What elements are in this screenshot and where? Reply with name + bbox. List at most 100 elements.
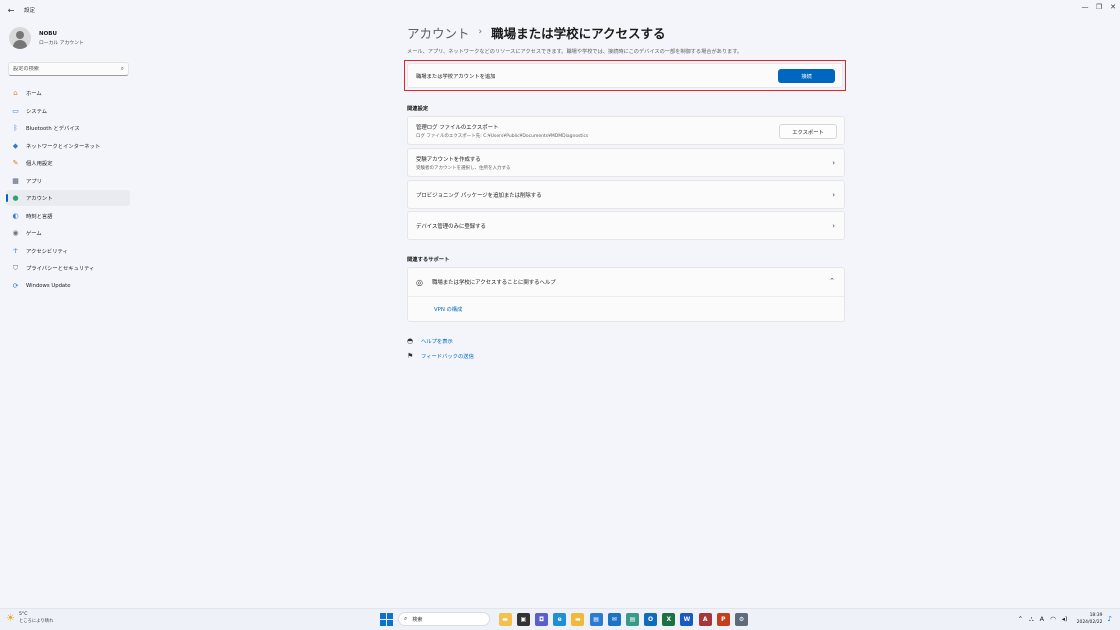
sidebar-item-label: ホーム — [26, 91, 42, 97]
shield-icon: ⛉ — [12, 263, 19, 272]
clock-time: 18:39 — [1089, 613, 1103, 618]
update-icon: ⟳ — [12, 281, 19, 290]
monitor-icon: ▭ — [12, 106, 19, 115]
device-management-title: デバイス管理のみに登録する — [416, 223, 486, 230]
export-log-title: 管理ログ ファイルのエクスポート — [416, 124, 499, 131]
settings-search-box[interactable]: ⌕ — [8, 62, 129, 76]
close-button[interactable]: ✕ — [1106, 0, 1120, 14]
feedback-icon: ⚑ — [407, 352, 414, 360]
folder-icon[interactable]: ▬ — [571, 612, 585, 626]
page-title: アカウント › 職場または学校にアクセスする — [407, 20, 845, 44]
related-settings-header: 関連設定 — [407, 106, 429, 112]
volume-icon[interactable]: ◂) — [1062, 615, 1068, 623]
vpn-config-link[interactable]: VPN の構成 — [434, 305, 462, 313]
sidebar: NOBU ローカル アカウント ⌕ ⌂ ホーム ▭ システム ᛒ Bluetooth とデ… — [0, 20, 135, 608]
chevron-right-icon: › — [832, 191, 835, 199]
search-input[interactable] — [13, 66, 121, 72]
weather-condition: ところにより晴れ — [18, 619, 54, 624]
task-view-icon[interactable]: ▣ — [516, 612, 530, 626]
mail-icon[interactable]: ✉ — [607, 612, 621, 626]
sidebar-item-label: アプリ — [26, 178, 42, 185]
globe-clock-icon: ◐ — [12, 211, 19, 220]
profile-card[interactable]: NOBU ローカル アカウント — [9, 27, 84, 49]
sidebar-item-4[interactable]: ◆ ネットワークとインターネット — [6, 138, 130, 154]
access-icon[interactable]: A — [698, 612, 712, 626]
clock-date: 2024/02/22 — [1076, 620, 1103, 625]
settings-icon[interactable]: ⚙ — [735, 612, 749, 626]
excel-icon[interactable]: X — [662, 612, 676, 626]
clock[interactable]: 18:39 2024/02/22 — [1077, 612, 1103, 626]
apps-icon: ▦ — [12, 176, 19, 185]
network-icon[interactable]: ⛬ — [1029, 615, 1034, 624]
sidebar-item-1[interactable]: ⌂ ホーム — [6, 85, 130, 101]
chat-icon[interactable]: ◘ — [534, 612, 548, 626]
search-icon[interactable]: ⌕ — [121, 65, 124, 73]
test-account-title: 受験アカウントを作成する — [416, 156, 481, 163]
notepad-icon[interactable]: ▤ — [625, 612, 639, 626]
edge-icon[interactable]: e — [553, 612, 567, 626]
store-icon[interactable]: ▤ — [589, 612, 603, 626]
sidebar-item-7[interactable]: ● アカウント — [6, 190, 130, 206]
wifi-icon[interactable]: ◠ — [1050, 615, 1056, 623]
window-controls: — ❐ ✕ — [1078, 0, 1120, 14]
system-tray: ⌃ ⛬ A ◠ ◂) 18:39 2024/02/22 ♪ — [1015, 612, 1112, 626]
minimize-button[interactable]: — — [1078, 0, 1092, 14]
avatar — [9, 27, 31, 49]
file-explorer-icon[interactable]: ▬ — [498, 612, 512, 626]
powerpoint-icon[interactable]: P — [716, 612, 730, 626]
test-account-row[interactable]: 受験アカウントを作成する 受験者のアカウントを選択し、住所を入力する › — [407, 148, 845, 177]
breadcrumb-parent[interactable]: アカウント — [407, 23, 470, 42]
connect-button[interactable]: 接続 — [778, 69, 835, 83]
sidebar-item-5[interactable]: ✎ 個人用設定 — [6, 155, 130, 171]
wifi-icon: ◆ — [12, 141, 19, 150]
bluetooth-icon: ᛒ — [13, 124, 18, 132]
home-icon: ⌂ — [13, 89, 18, 97]
sidebar-item-12[interactable]: ⟳ Windows Update — [6, 278, 130, 294]
support-help-title: 職場または学校にアクセスすることに関するヘルプ — [431, 280, 556, 286]
help-chat-icon: ◓ — [407, 337, 414, 345]
main-content: アカウント › 職場または学校にアクセスする メール、アプリ、ネットワークなどの… — [404, 20, 846, 360]
get-help-link[interactable]: ◓ ヘルプを表示 — [407, 334, 474, 348]
chevron-up-icon[interactable]: ⌃ — [829, 277, 835, 285]
outlook-icon[interactable]: O — [644, 612, 658, 626]
profile-account-type: ローカル アカウント — [39, 40, 84, 46]
word-icon[interactable]: W — [680, 612, 694, 626]
device-management-row[interactable]: デバイス管理のみに登録する › — [407, 211, 845, 240]
notification-bell-icon[interactable]: ♪ — [1108, 615, 1112, 623]
maximize-button[interactable]: ❐ — [1092, 0, 1106, 14]
ime-icon[interactable]: A — [1040, 615, 1044, 623]
export-button[interactable]: エクスポート — [779, 124, 837, 139]
breadcrumb-current: 職場または学校にアクセスする — [491, 25, 666, 41]
sidebar-item-10[interactable]: ☥ アクセシビリティ — [6, 243, 130, 259]
globe-icon: ◎ — [416, 277, 423, 287]
export-log-row: 管理ログ ファイルのエクスポート ログ ファイルのエクスポート先: C:¥Use… — [407, 116, 845, 145]
start-button[interactable] — [379, 612, 393, 626]
sidebar-item-label: ゲーム — [26, 231, 42, 237]
add-work-school-account-card: 職場または学校アカウントを追加 接続 — [407, 63, 843, 88]
weather-temperature: 5°C — [18, 612, 28, 617]
provisioning-package-row[interactable]: プロビジョニング パッケージを追加または削除する › — [407, 180, 845, 209]
add-account-label: 職場または学校アカウントを追加 — [416, 73, 496, 80]
sidebar-item-8[interactable]: ◐ 時刻と言語 — [6, 208, 130, 224]
sidebar-item-label: アカウント — [26, 196, 53, 202]
taskbar-search-label: 検索 — [412, 616, 423, 623]
chevron-up-icon[interactable]: ⌃ — [1018, 615, 1023, 623]
profile-name: NOBU — [39, 30, 57, 37]
back-arrow-icon[interactable]: ← — [2, 1, 20, 19]
sidebar-item-6[interactable]: ▦ アプリ — [6, 173, 130, 189]
partly-sunny-icon: ☀ — [6, 612, 15, 624]
support-help-expander[interactable]: ◎ 職場または学校にアクセスすることに関するヘルプ ⌃ — [408, 268, 844, 297]
sidebar-item-label: ネットワークとインターネット — [26, 143, 101, 150]
feedback-link[interactable]: ⚑ フィードバックの送信 — [407, 349, 474, 363]
weather-widget[interactable]: ☀ 5°C ところにより晴れ — [6, 612, 53, 624]
chevron-right-icon: › — [832, 159, 835, 167]
sidebar-item-9[interactable]: ◉ ゲーム — [6, 225, 130, 241]
test-account-subtitle: 受験者のアカウントを選択し、住所を入力する — [416, 165, 511, 171]
sidebar-item-label: 時刻と言語 — [26, 213, 53, 220]
sidebar-item-2[interactable]: ▭ システム — [6, 103, 130, 119]
sidebar-item-3[interactable]: ᛒ Bluetooth とデバイス — [6, 120, 130, 136]
app-title: 設定 — [24, 8, 36, 14]
gamepad-icon: ◉ — [12, 229, 19, 237]
taskbar-search[interactable]: ⌕ 検索 — [398, 612, 490, 626]
sidebar-item-11[interactable]: ⛉ プライバシーとセキュリティ — [6, 260, 130, 276]
